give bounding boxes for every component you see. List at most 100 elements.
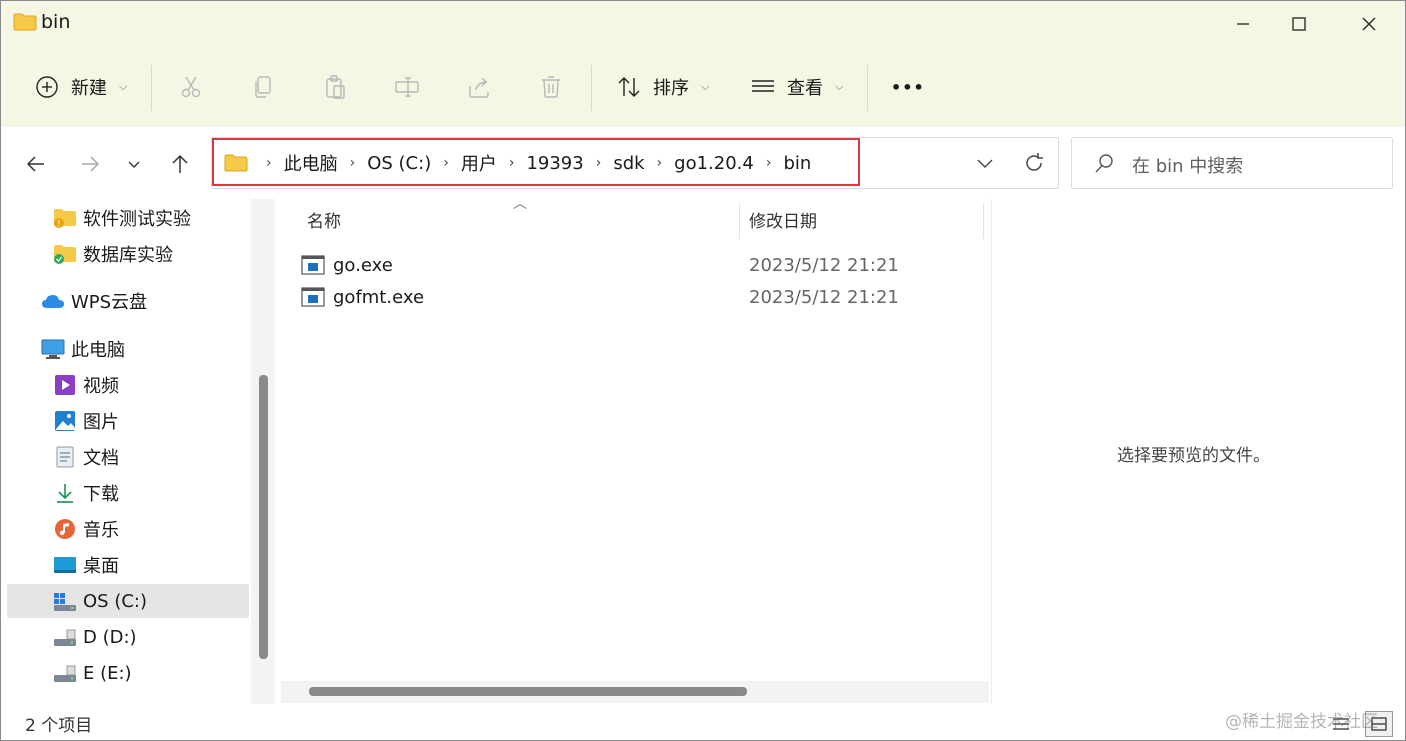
paste-button[interactable] — [321, 67, 349, 107]
crumb-go-version[interactable]: go1.20.4 — [670, 153, 758, 174]
sidebar-item-os-c[interactable]: OS (C:) — [7, 584, 249, 618]
executable-icon — [301, 255, 325, 275]
refresh-button[interactable] — [1022, 151, 1046, 180]
view-button-label: 查看 — [787, 78, 823, 99]
window-title: bin — [41, 11, 71, 33]
close-button[interactable] — [1341, 7, 1397, 41]
sidebar-item-desktop[interactable]: 桌面 — [7, 548, 249, 582]
svg-text:!: ! — [57, 220, 61, 230]
new-button[interactable]: 新建 ⌵ — [33, 67, 127, 107]
chevron-right-icon[interactable]: › — [501, 155, 523, 171]
close-icon — [1362, 17, 1376, 31]
status-bar: 2 个项目 — [1, 705, 1405, 740]
recent-locations-button[interactable] — [119, 149, 149, 179]
copy-button[interactable] — [249, 67, 277, 107]
music-icon — [53, 517, 77, 541]
file-explorer-window: bin 新建 ⌵ 排序 ⌵ 查看 ⌵ ••• › 此电脑 › OS (C:) ›… — [0, 0, 1406, 741]
rename-button[interactable] — [393, 67, 421, 107]
sidebar-item-label: 数据库实验 — [83, 245, 173, 266]
chevron-down-icon: ⌵ — [701, 80, 710, 93]
crumb-this-pc[interactable]: 此电脑 — [280, 150, 342, 176]
watermark-text: @稀土掘金技术社区 — [1225, 712, 1378, 732]
crumb-users[interactable]: 用户 — [457, 150, 501, 176]
more-options-button[interactable]: ••• — [891, 67, 925, 107]
file-row[interactable]: go.exe 2023/5/12 21:21 — [301, 250, 981, 280]
share-button[interactable] — [465, 67, 493, 107]
address-history-button[interactable] — [974, 152, 996, 179]
search-input[interactable]: 在 bin 中搜索 — [1132, 152, 1243, 178]
plus-circle-icon — [33, 73, 61, 101]
sidebar-item-this-pc[interactable]: 此电脑 — [7, 332, 249, 366]
search-box[interactable]: 在 bin 中搜索 — [1071, 137, 1393, 189]
refresh-icon — [1026, 153, 1043, 171]
column-divider[interactable] — [739, 203, 740, 239]
folder-synced-icon — [53, 242, 77, 266]
more-dots-icon: ••• — [891, 77, 925, 97]
file-name: gofmt.exe — [333, 286, 425, 308]
sidebar-item-label: 视频 — [83, 376, 119, 397]
view-button[interactable]: 查看 ⌵ — [749, 67, 843, 107]
sidebar-item-label: 下载 — [83, 484, 119, 505]
arrow-left-icon — [26, 156, 44, 172]
sidebar-item-music[interactable]: 音乐 — [7, 512, 249, 546]
computer-icon — [41, 337, 65, 361]
sort-button[interactable]: 排序 ⌵ — [615, 67, 709, 107]
sidebar-item-label: 桌面 — [83, 556, 119, 577]
drive-icon — [53, 661, 77, 685]
crumb-os-c[interactable]: OS (C:) — [363, 153, 435, 174]
sidebar-item-software-test[interactable]: ! 软件测试实验 — [7, 201, 249, 235]
minimize-button[interactable] — [1215, 7, 1271, 41]
forward-button[interactable] — [75, 149, 105, 179]
clipboard-icon — [321, 73, 349, 101]
chevron-right-icon[interactable]: › — [649, 155, 671, 171]
sidebar-item-wps-cloud[interactable]: WPS云盘 — [7, 284, 249, 318]
view-lines-icon — [749, 73, 777, 101]
toolbar-divider — [867, 65, 868, 111]
sidebar-item-database-lab[interactable]: 数据库实验 — [7, 237, 249, 271]
sidebar-item-label: E (E:) — [83, 662, 132, 684]
delete-button[interactable] — [537, 67, 565, 107]
preview-divider — [991, 199, 992, 704]
sidebar-item-drive-d[interactable]: D (D:) — [7, 620, 249, 654]
file-row[interactable]: gofmt.exe 2023/5/12 21:21 — [301, 282, 981, 312]
crumb-bin[interactable]: bin — [779, 153, 815, 174]
sidebar-item-pictures[interactable]: 图片 — [7, 404, 249, 438]
sidebar-item-documents[interactable]: 文档 — [7, 440, 249, 474]
cut-button[interactable] — [177, 67, 205, 107]
column-header-name[interactable]: 名称 — [307, 207, 341, 232]
file-date: 2023/5/12 21:21 — [749, 286, 899, 308]
sidebar-item-drive-e[interactable]: E (E:) — [7, 656, 249, 690]
sidebar-item-label: OS (C:) — [83, 590, 147, 612]
file-list-scrollbar-thumb[interactable] — [309, 687, 747, 696]
toolbar-divider — [591, 65, 592, 111]
crumb-sdk[interactable]: sdk — [609, 153, 648, 174]
sidebar-item-videos[interactable]: 视频 — [7, 368, 249, 402]
sidebar-item-label: WPS云盘 — [71, 292, 148, 313]
up-button[interactable] — [165, 149, 195, 179]
chevron-down-icon — [977, 159, 993, 168]
column-divider[interactable] — [983, 203, 984, 239]
column-header-date[interactable]: 修改日期 — [749, 207, 817, 232]
cloud-icon — [41, 289, 65, 313]
maximize-icon — [1292, 17, 1306, 31]
chevron-right-icon[interactable]: › — [588, 155, 610, 171]
folder-icon — [13, 13, 37, 31]
command-bar: 新建 ⌵ 排序 ⌵ 查看 ⌵ ••• — [1, 53, 1405, 121]
folder-icon — [224, 154, 248, 172]
pictures-icon — [53, 409, 77, 433]
sidebar-item-downloads[interactable]: 下载 — [7, 476, 249, 510]
maximize-button[interactable] — [1271, 7, 1327, 41]
chevron-right-icon[interactable]: › — [342, 155, 364, 171]
copy-icon — [249, 73, 277, 101]
sidebar-scrollbar-thumb[interactable] — [259, 375, 268, 659]
address-bar[interactable]: › 此电脑 › OS (C:) › 用户 › 19393 › sdk › go1… — [211, 137, 1059, 189]
sidebar-item-label: D (D:) — [83, 626, 137, 648]
chevron-right-icon[interactable]: › — [758, 155, 780, 171]
navigation-row: › 此电脑 › OS (C:) › 用户 › 19393 › sdk › go1… — [1, 127, 1405, 199]
chevron-right-icon[interactable]: › — [435, 155, 457, 171]
chevron-down-icon — [128, 161, 140, 168]
sort-button-label: 排序 — [653, 78, 689, 99]
title-bar: bin — [1, 1, 1405, 45]
crumb-user-folder[interactable]: 19393 — [522, 153, 587, 174]
back-button[interactable] — [21, 149, 51, 179]
